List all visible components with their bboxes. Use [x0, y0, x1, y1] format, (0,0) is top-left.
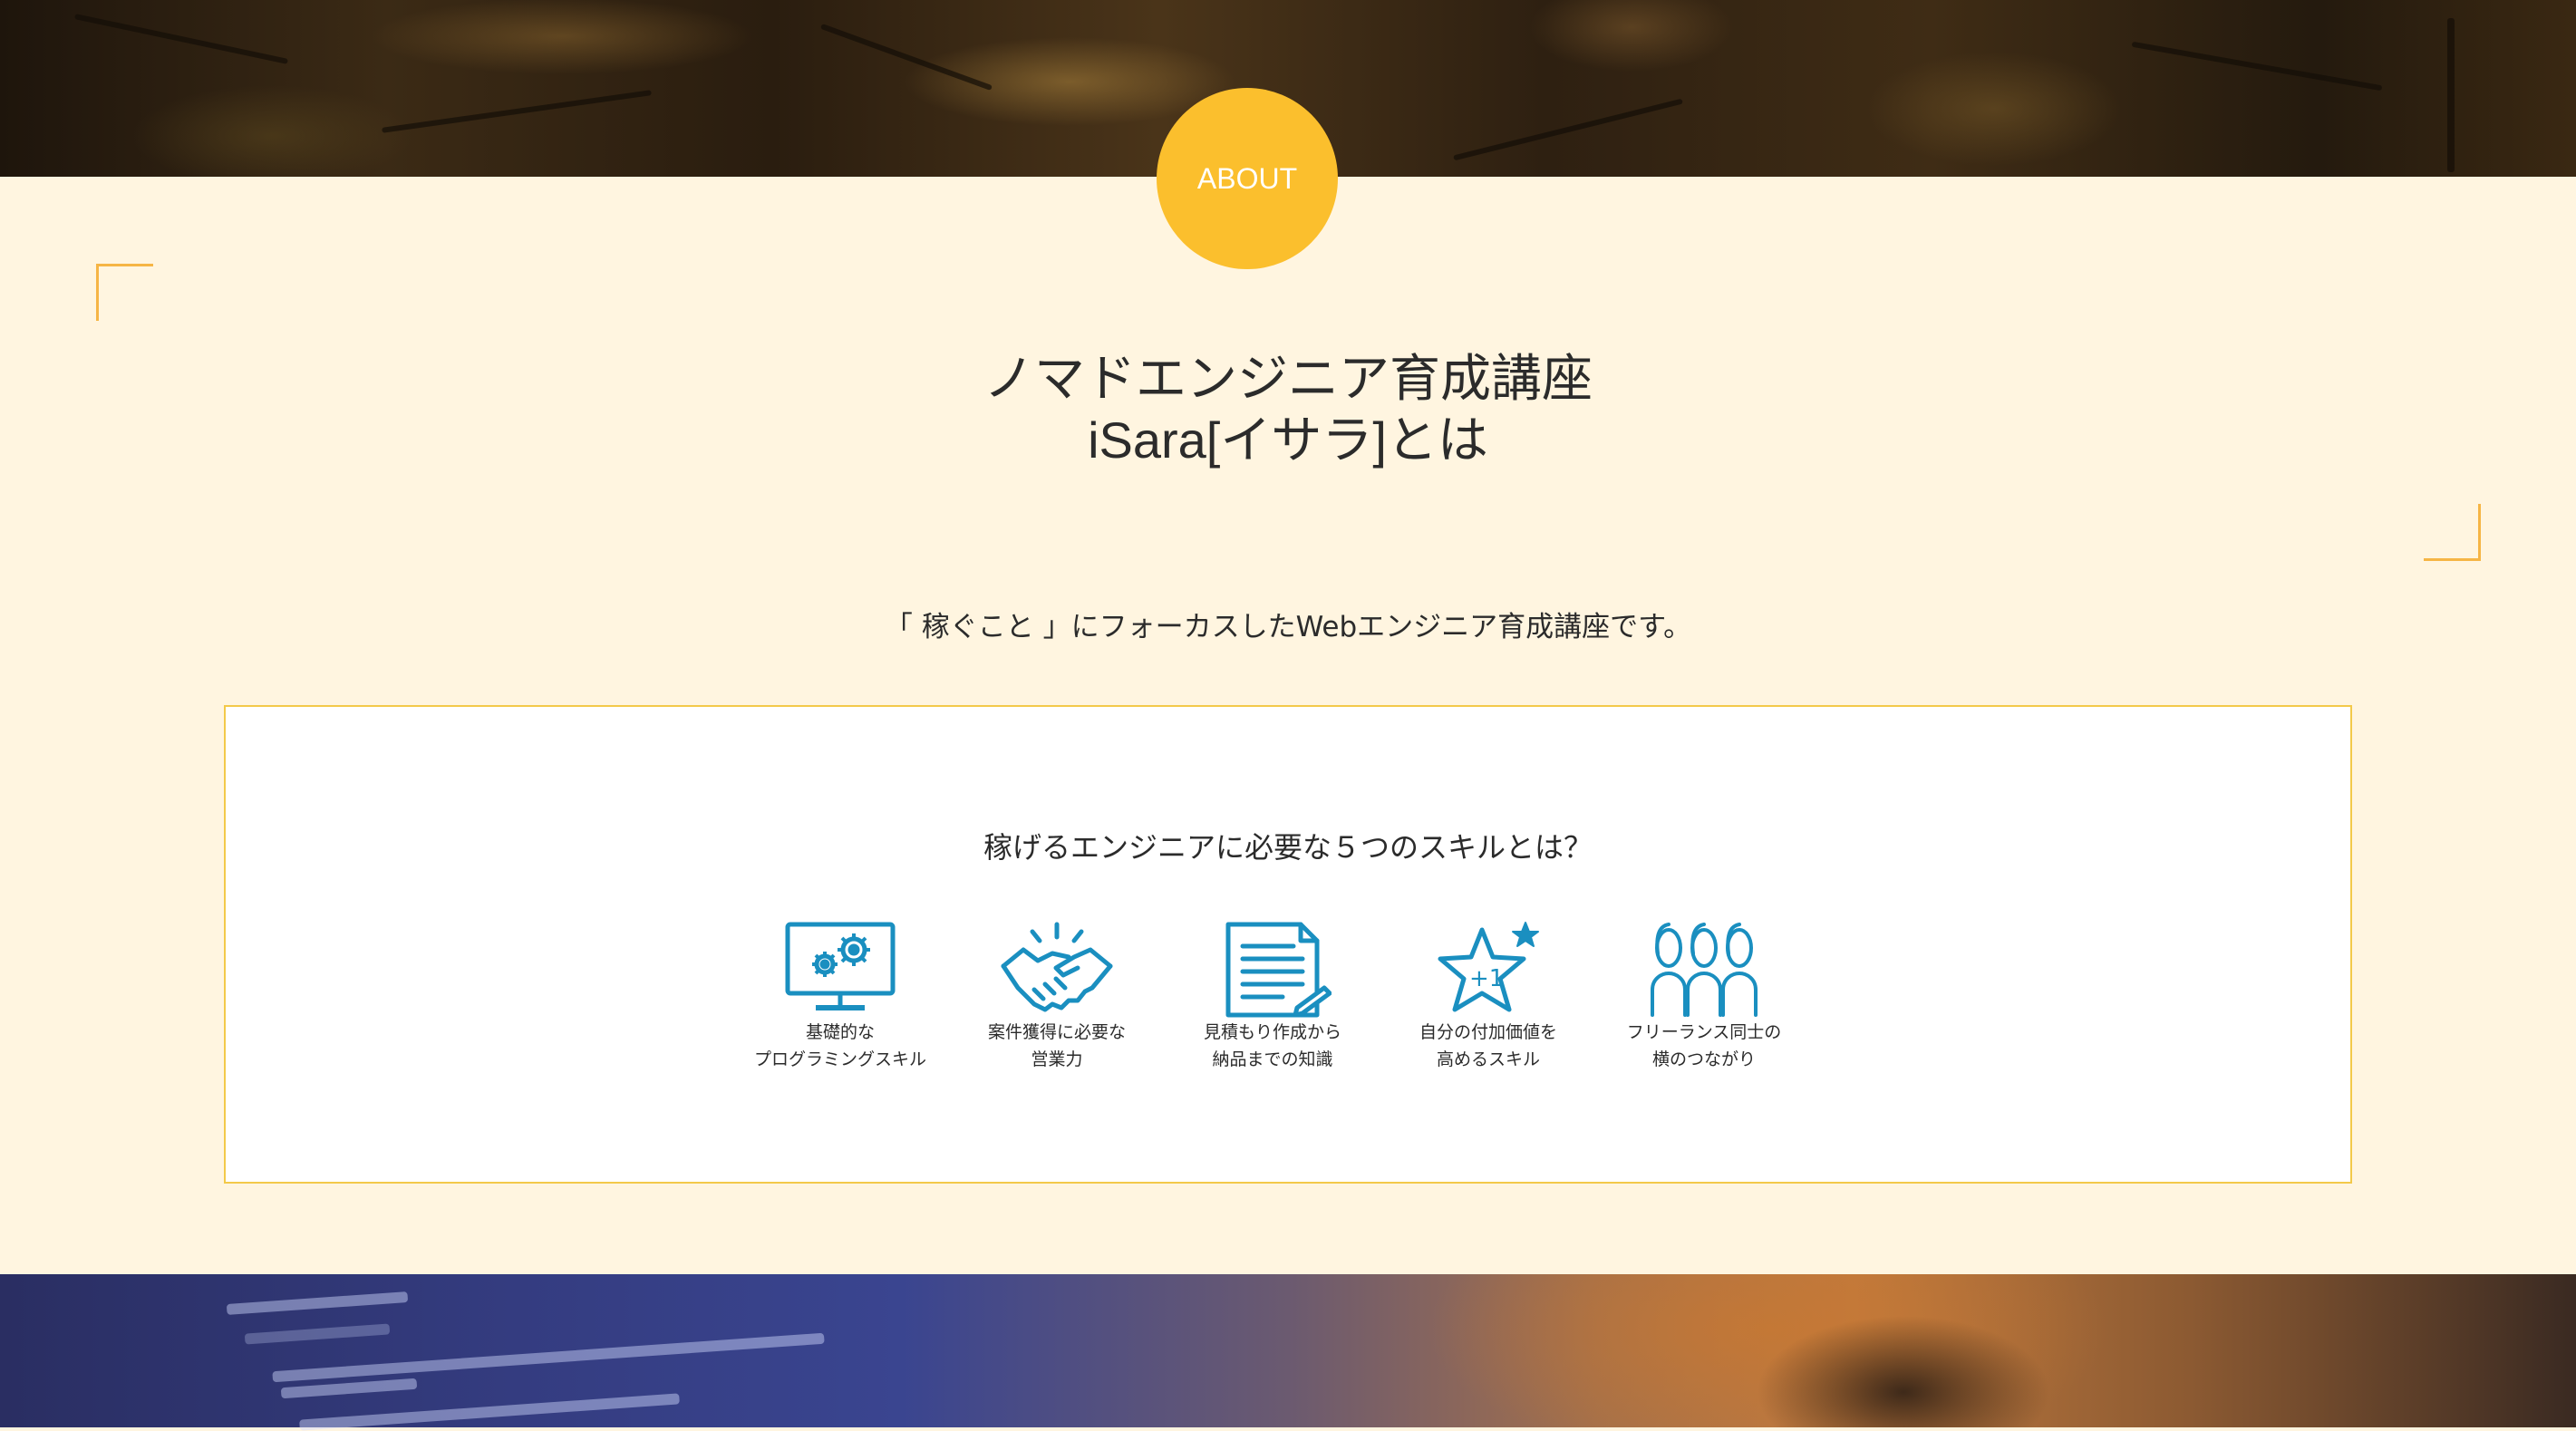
heading-line-2: iSara[イサラ]とは: [1088, 411, 1488, 469]
handshake-icon: [957, 921, 1157, 1019]
corner-bracket-bottom-right: [2424, 504, 2481, 561]
skills-title: 稼げるエンジニアに必要な５つのスキルとは？: [983, 830, 1593, 865]
skill-label: 自分の付加価値を 高めるスキル: [1419, 1022, 1557, 1069]
skill-item: フリーランス同士の 横のつながり: [1604, 921, 1804, 1073]
skill-item: 見積もり作成から 納品までの知識: [1173, 921, 1372, 1073]
heading-line-1: ノマドエンジニア育成講座: [983, 350, 1593, 407]
about-badge: ABOUT: [1157, 88, 1338, 269]
skills-list: 基礎的な プログラミングスキル 案件獲得に必要な 営業力 見積もり作成から 納品…: [226, 921, 2350, 1102]
code-photo-banner: [0, 1274, 2576, 1431]
skill-item: 案件獲得に必要な 営業力: [957, 921, 1157, 1073]
lead-text: 「 稼ぐこと 」にフォーカスしたWebエンジニア育成講座です。: [884, 611, 1692, 643]
skill-label: 見積もり作成から 納品までの知識: [1203, 1022, 1341, 1069]
skill-label: フリーランス同士の 横のつながり: [1626, 1022, 1782, 1069]
skill-label: 案件獲得に必要な 営業力: [987, 1022, 1126, 1069]
skill-label: 基礎的な プログラミングスキル: [753, 1022, 926, 1069]
skills-box: 稼げるエンジニアに必要な５つのスキルとは？ 基礎的な プログラミングスキル 案件…: [224, 705, 2352, 1184]
skill-item: 基礎的な プログラミングスキル: [741, 921, 940, 1073]
document-icon: [1173, 921, 1372, 1019]
corner-bracket-top-left: [96, 264, 153, 321]
skill-item: +1 自分の付加価値を 高めるスキル: [1389, 921, 1588, 1073]
monitor-gears-icon: [741, 921, 940, 1019]
section-heading: ノマドエンジニア育成講座 iSara[イサラ]とは: [0, 348, 2576, 471]
people-group-icon: [1604, 921, 1804, 1019]
star-plus-one-icon: +1: [1389, 921, 1588, 1019]
svg-text:+1: +1: [1469, 965, 1504, 992]
